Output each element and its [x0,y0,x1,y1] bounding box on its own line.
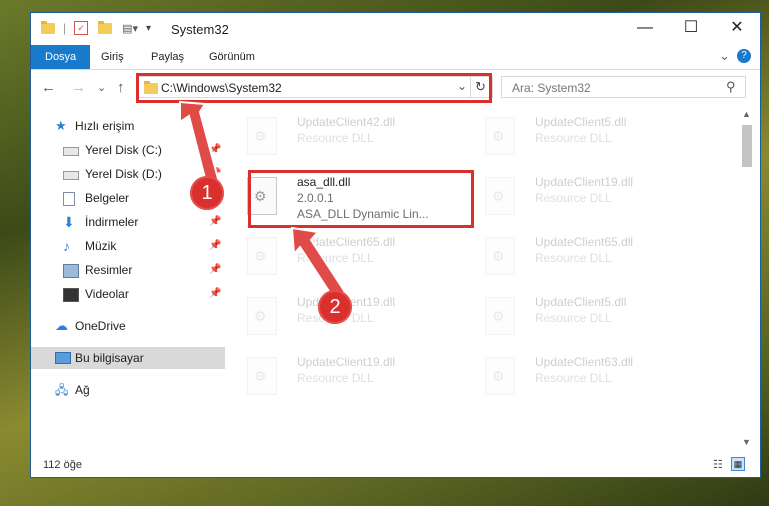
step-badge-2: 2 [318,290,352,324]
arrow-2 [290,226,347,301]
step-badge-1: 1 [190,176,224,210]
annotation-arrows [179,100,347,301]
